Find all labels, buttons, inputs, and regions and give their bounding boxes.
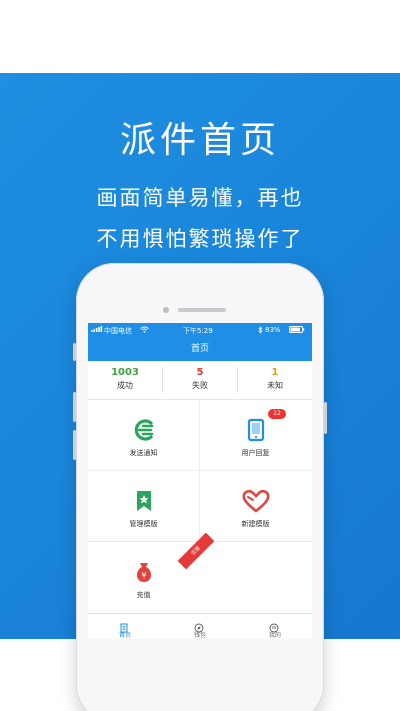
nav-bar: 首页 [88, 337, 312, 361]
stat-unknown-label: 未知 [267, 381, 283, 390]
app-screen: 中国电信 下午5:29 83% 首页 1003 成功 5 失败 1 未知 发送通… [88, 323, 312, 639]
send-notice-label: 发送通知 [129, 449, 158, 457]
tab-profile[interactable]: 我的 [238, 614, 312, 639]
status-bar: 中国电信 下午5:29 83% [88, 323, 312, 337]
manage-template-label: 管理模版 [129, 520, 158, 528]
stat-success[interactable]: 1003 成功 [88, 361, 162, 399]
phone-mute-button [73, 343, 76, 361]
send-notice-button[interactable]: 发送通知 [88, 400, 199, 470]
heart-icon [200, 488, 311, 514]
promo-subtitle-line1: 画面简单易懂，再也 [96, 186, 304, 210]
battery-icon [289, 326, 305, 335]
stat-unknown[interactable]: 1 未知 [238, 361, 312, 399]
stat-success-value: 1003 [111, 367, 139, 378]
phone-volume-down-button [73, 430, 76, 460]
new-template-button[interactable]: 新建模版 [200, 471, 311, 541]
bookmark-star-icon [88, 488, 199, 514]
user-reply-button[interactable]: 用户回复 [200, 400, 311, 470]
tab-home-label: 首页 [118, 632, 131, 639]
recharge-button[interactable]: ¥ 充值 [88, 542, 199, 612]
tab-wallet[interactable]: 钱包 [163, 614, 237, 639]
phone-power-button [324, 402, 327, 434]
clock-label: 下午5:29 [183, 327, 213, 335]
stat-failed[interactable]: 5 失败 [163, 361, 237, 399]
signal-icon [91, 326, 103, 334]
tab-home[interactable]: 首页 [88, 614, 162, 639]
svg-text:¥: ¥ [141, 571, 146, 580]
bluetooth-icon [258, 326, 263, 336]
stat-failed-value: 5 [196, 367, 204, 378]
phone-camera [163, 307, 169, 313]
document-icon [119, 618, 129, 633]
phone-volume-up-button [73, 392, 76, 422]
phone-speaker [178, 308, 226, 312]
tab-bar: 首页 钱包 我的 [88, 613, 312, 639]
send-notice-icon [88, 417, 199, 443]
user-reply-badge: 12 [268, 409, 286, 419]
promo-screen: 派件首页 画面简单易懂，再也 不用惧怕繁琐操作了 中国电信 下午5:29 83% [0, 0, 400, 711]
manage-template-button[interactable]: 管理模版 [88, 471, 199, 541]
stat-unknown-value: 1 [271, 367, 279, 378]
carrier-label: 中国电信 [104, 327, 132, 335]
recharge-label: 充值 [136, 591, 151, 599]
page-title: 首页 [190, 344, 209, 354]
new-template-label: 新建模版 [241, 520, 270, 528]
user-reply-label: 用户回复 [241, 449, 270, 457]
promo-subtitle-line2: 不用惧怕繁琐操作了 [96, 227, 304, 251]
battery-percent: 83% [265, 326, 281, 334]
promo-title: 派件首页 [119, 120, 280, 161]
wifi-icon [140, 326, 149, 335]
stats-bar: 1003 成功 5 失败 1 未知 [88, 361, 312, 400]
function-grid: 发送通知 用户回复 管理模版 新建模版 ¥ 充值 [88, 400, 312, 613]
compass-icon [194, 618, 204, 633]
tablet-icon [200, 417, 311, 443]
user-icon [269, 618, 279, 633]
stat-success-label: 成功 [117, 381, 133, 390]
stat-failed-label: 失败 [192, 381, 208, 390]
tab-profile-label: 我的 [268, 632, 281, 639]
tab-wallet-label: 钱包 [193, 632, 206, 639]
